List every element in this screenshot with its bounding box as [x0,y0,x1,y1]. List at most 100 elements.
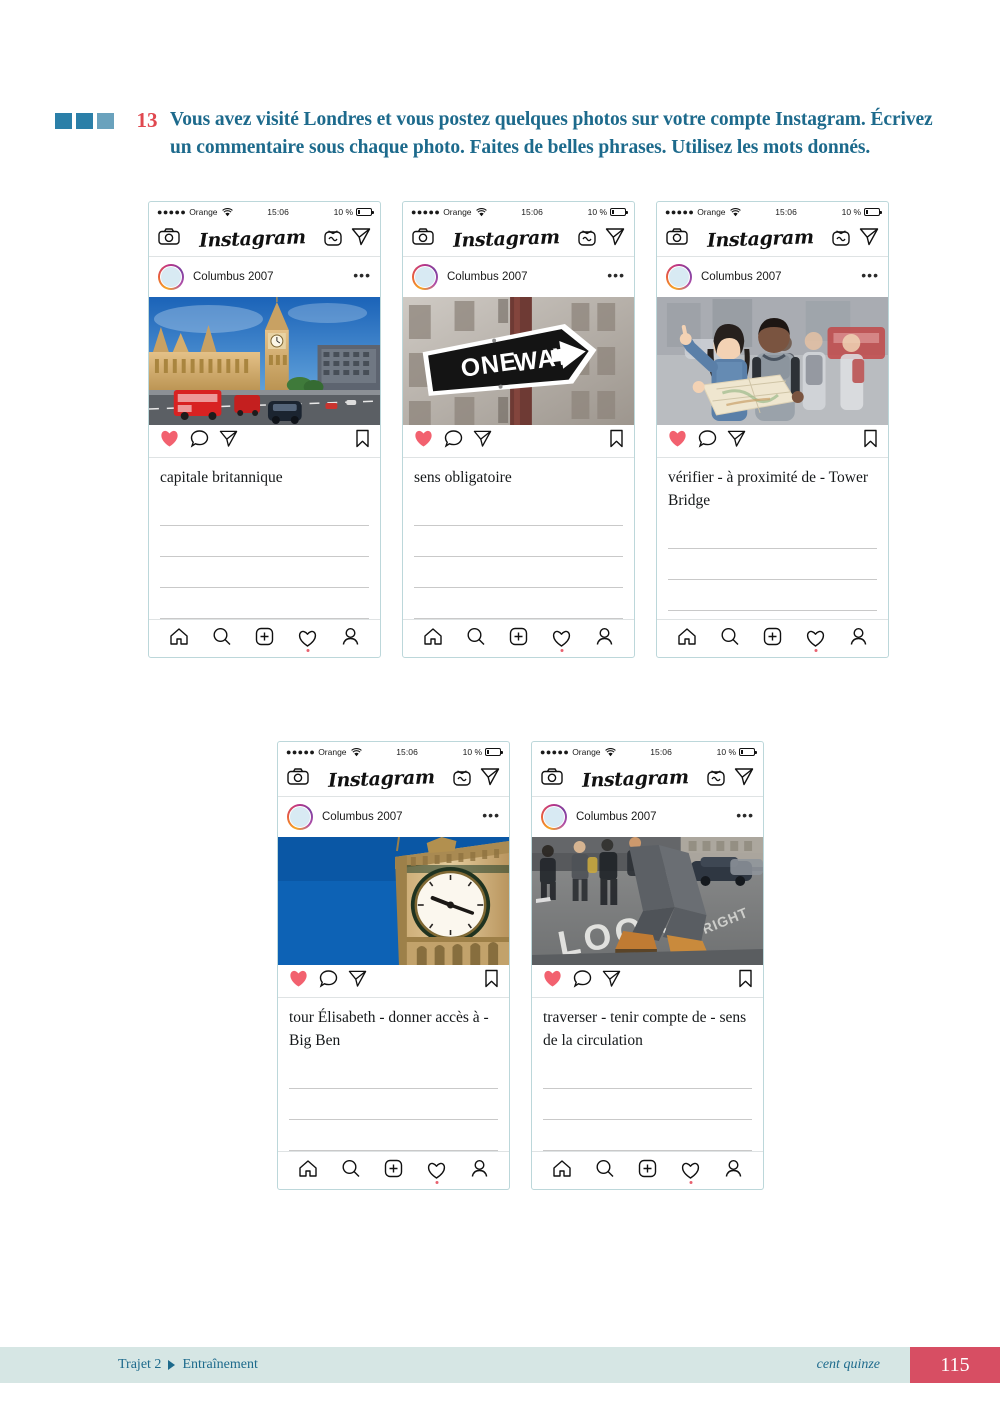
igtv-icon[interactable] [707,767,725,791]
ellipsis-icon[interactable]: ••• [482,808,500,824]
activity-notification-dot [435,1181,439,1184]
paper-plane-icon[interactable] [859,227,879,251]
person-icon[interactable] [724,1159,743,1183]
write-line[interactable] [668,579,877,580]
bookmark-icon[interactable] [609,429,624,453]
write-line[interactable] [289,1119,498,1120]
write-line[interactable] [414,525,623,526]
write-line[interactable] [668,548,877,549]
camera-icon[interactable] [412,228,434,250]
paper-plane-icon[interactable] [727,429,746,453]
post-username[interactable]: Columbus 2007 [576,811,736,823]
post-username[interactable]: Columbus 2007 [701,271,861,283]
igtv-icon[interactable] [453,767,471,791]
clock-label: 15:06 [267,207,289,217]
heart-filled-icon[interactable] [288,969,309,993]
person-icon[interactable] [849,627,868,651]
home-icon[interactable] [677,627,697,651]
bookmark-icon[interactable] [355,429,370,453]
person-icon[interactable] [470,1159,489,1183]
camera-icon[interactable] [666,228,688,250]
avatar[interactable] [666,264,692,290]
search-icon[interactable] [212,627,232,651]
plus-square-icon[interactable] [638,1159,657,1183]
write-line[interactable] [543,1119,752,1120]
ellipsis-icon[interactable]: ••• [736,808,754,824]
home-icon[interactable] [423,627,443,651]
paper-plane-icon[interactable] [473,429,492,453]
comment-bubble-icon[interactable] [319,969,338,993]
heart-filled-icon[interactable] [667,429,688,453]
paper-plane-icon[interactable] [348,969,367,993]
ellipsis-icon[interactable]: ••• [353,268,371,284]
heart-outline-icon[interactable] [551,629,572,652]
comment-bubble-icon[interactable] [573,969,592,993]
avatar[interactable] [412,264,438,290]
comment-bubble-icon[interactable] [190,429,209,453]
camera-icon[interactable] [541,768,563,790]
answer-write-lines[interactable] [160,495,369,619]
paper-plane-icon[interactable] [605,227,625,251]
igtv-icon[interactable] [324,227,342,251]
plus-square-icon[interactable] [763,627,782,651]
heart-outline-icon[interactable] [297,629,318,652]
avatar[interactable] [541,804,567,830]
posts-row-top: ●●●●● Orange 15:06 10 % Instagram Columb… [148,201,889,658]
answer-write-lines[interactable] [668,518,877,619]
igtv-icon[interactable] [832,227,850,251]
write-line[interactable] [668,610,877,611]
plus-square-icon[interactable] [255,627,274,651]
heart-filled-icon[interactable] [413,429,434,453]
write-line[interactable] [289,1088,498,1089]
paper-plane-icon[interactable] [602,969,621,993]
bookmark-icon[interactable] [484,969,499,993]
heart-filled-icon[interactable] [542,969,563,993]
home-icon[interactable] [552,1159,572,1183]
paper-plane-icon[interactable] [480,767,500,791]
answer-write-lines[interactable] [414,495,623,619]
bookmark-icon[interactable] [738,969,753,993]
avatar[interactable] [158,264,184,290]
search-icon[interactable] [595,1159,615,1183]
heart-outline-icon[interactable] [680,1161,701,1184]
person-icon[interactable] [341,627,360,651]
heart-filled-icon[interactable] [159,429,180,453]
person-icon[interactable] [595,627,614,651]
write-line[interactable] [160,556,369,557]
write-line[interactable] [414,556,623,557]
search-icon[interactable] [466,627,486,651]
plus-square-icon[interactable] [509,627,528,651]
post-username[interactable]: Columbus 2007 [322,811,482,823]
search-icon[interactable] [341,1159,361,1183]
avatar[interactable] [287,804,313,830]
write-line[interactable] [160,525,369,526]
paper-plane-icon[interactable] [219,429,238,453]
phone-status-bar: ●●●●● Orange 15:06 10 % [403,202,634,222]
answer-write-lines[interactable] [543,1058,752,1151]
plus-square-icon[interactable] [384,1159,403,1183]
heart-outline-icon[interactable] [426,1161,447,1184]
post-photo-tourists-map [657,297,888,425]
camera-icon[interactable] [287,768,309,790]
write-line[interactable] [160,587,369,588]
camera-icon[interactable] [158,228,180,250]
answer-write-lines[interactable] [289,1058,498,1151]
post-caption: sens obligatoire [414,469,512,486]
home-icon[interactable] [169,627,189,651]
comment-bubble-icon[interactable] [698,429,717,453]
paper-plane-icon[interactable] [351,227,371,251]
ellipsis-icon[interactable]: ••• [607,268,625,284]
comment-bubble-icon[interactable] [444,429,463,453]
igtv-icon[interactable] [578,227,596,251]
search-icon[interactable] [720,627,740,651]
home-icon[interactable] [298,1159,318,1183]
bookmark-icon[interactable] [863,429,878,453]
write-line[interactable] [543,1088,752,1089]
ellipsis-icon[interactable]: ••• [861,268,879,284]
write-line[interactable] [414,587,623,588]
post-username[interactable]: Columbus 2007 [447,271,607,283]
paper-plane-icon[interactable] [734,767,754,791]
heart-outline-icon[interactable] [805,629,826,652]
footer-section-label: Trajet 2 [118,1357,162,1372]
post-username[interactable]: Columbus 2007 [193,271,353,283]
